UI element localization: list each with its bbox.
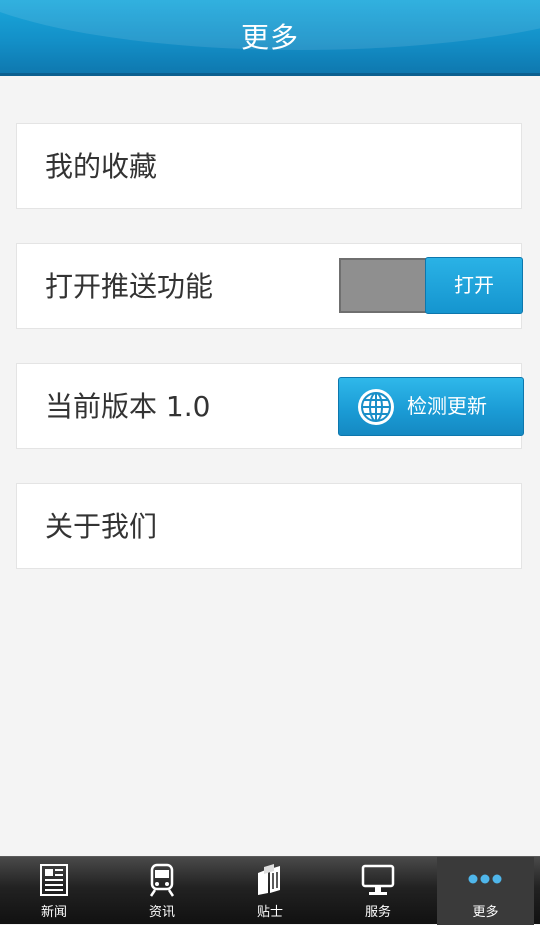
menu-item-push: 打开推送功能 打开 — [16, 243, 523, 329]
bottom-tab-bar: 新闻 资讯 贴士 服务 更多 — [0, 856, 540, 925]
check-update-button[interactable]: 检测更新 — [338, 377, 524, 436]
about-label: 关于我们 — [45, 510, 158, 543]
push-toggle[interactable]: 打开 — [339, 257, 523, 314]
more-dots-icon — [468, 874, 502, 884]
tab-news-label: 新闻 — [40, 905, 67, 920]
tab-more[interactable]: 更多 — [437, 857, 534, 925]
books-icon — [258, 864, 280, 895]
check-update-label: 检测更新 — [407, 394, 487, 418]
push-toggle-track — [339, 258, 435, 313]
version-label: 当前版本 1.0 — [45, 390, 211, 423]
newspaper-icon — [40, 864, 68, 896]
tab-info[interactable]: 资讯 — [108, 857, 216, 925]
menu-item-version: 当前版本 1.0 检测更新 — [16, 363, 524, 449]
page-title: 更多 — [240, 21, 299, 54]
tab-service-label: 服务 — [364, 905, 391, 920]
tab-service[interactable]: 服务 — [324, 857, 432, 925]
tab-info-label: 资讯 — [148, 905, 175, 920]
train-icon — [149, 863, 175, 897]
globe-icon — [358, 389, 394, 425]
monitor-icon — [361, 864, 395, 895]
tab-more-label: 更多 — [472, 905, 499, 920]
favorites-label: 我的收藏 — [45, 150, 158, 183]
app-header: 更多 — [0, 0, 540, 76]
tab-news[interactable]: 新闻 — [0, 857, 108, 925]
push-label: 打开推送功能 — [45, 270, 214, 303]
push-toggle-knob[interactable]: 打开 — [425, 257, 523, 314]
tab-tips[interactable]: 贴士 — [216, 857, 324, 925]
menu-item-about[interactable]: 关于我们 — [16, 483, 522, 569]
tab-tips-label: 贴士 — [256, 905, 283, 920]
menu-item-favorites[interactable]: 我的收藏 — [16, 123, 522, 209]
